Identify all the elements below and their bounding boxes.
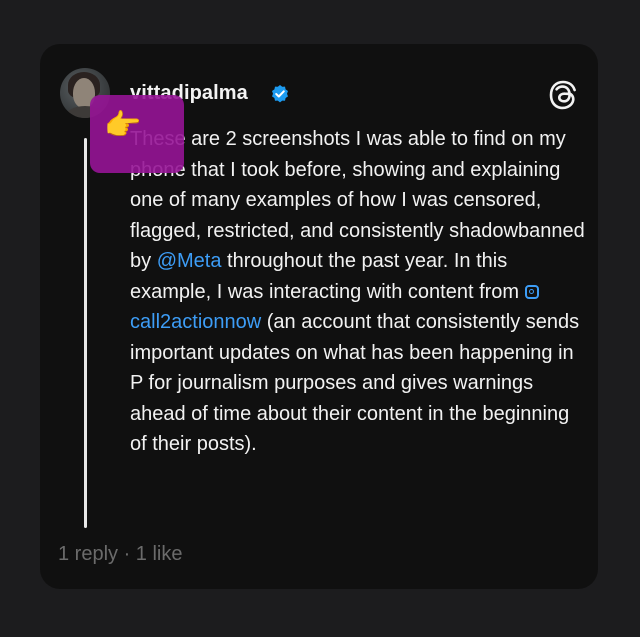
threads-logo-icon[interactable]: [548, 79, 578, 111]
pointing-hand-icon: 👉: [104, 109, 142, 142]
thread-line: [84, 138, 87, 528]
verified-badge-icon: [272, 85, 288, 103]
post-stats[interactable]: 1 reply · 1 like: [58, 543, 183, 566]
pointing-hand-sticker: 👉: [90, 95, 184, 173]
mention-meta-link[interactable]: @Meta: [157, 250, 222, 272]
instagram-icon: [524, 284, 539, 299]
post-text: These are 2 screenshots I was able to fi…: [130, 124, 590, 460]
mention-instagram-label: call2actionnow: [130, 311, 262, 333]
